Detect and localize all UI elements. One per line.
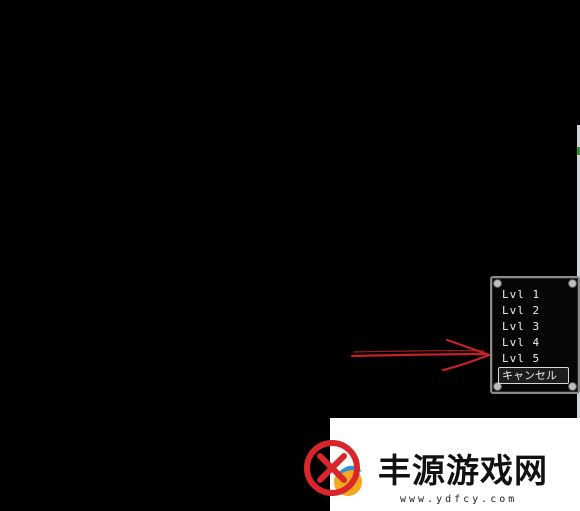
menu-option-lvl-4[interactable]: Lvl 4 xyxy=(502,335,569,351)
menu-option-lvl-3[interactable]: Lvl 3 xyxy=(502,319,569,335)
menu-option-lvl-2[interactable]: Lvl 2 xyxy=(502,303,569,319)
menu-options: Lvl 1 Lvl 2 Lvl 3 Lvl 4 Lvl 5 キャンセル xyxy=(498,287,569,384)
watermark: 丰源游戏网 www.ydfcy.com xyxy=(302,436,580,511)
menu-option-lvl-5[interactable]: Lvl 5 xyxy=(502,351,569,367)
corner-rivet-icon xyxy=(568,382,577,391)
watermark-title: 丰源游戏网 xyxy=(378,451,548,490)
level-select-menu: Lvl 1 Lvl 2 Lvl 3 Lvl 4 Lvl 5 キャンセル xyxy=(490,276,580,394)
annotation-arrow-icon xyxy=(350,338,491,372)
no-entry-logo-icon xyxy=(304,440,362,496)
corner-rivet-icon xyxy=(568,279,577,288)
menu-option-lvl-1[interactable]: Lvl 1 xyxy=(502,287,569,303)
corner-rivet-icon xyxy=(493,279,502,288)
menu-option-cancel[interactable]: キャンセル xyxy=(498,367,569,384)
watermark-url: www.ydfcy.com xyxy=(400,494,518,505)
